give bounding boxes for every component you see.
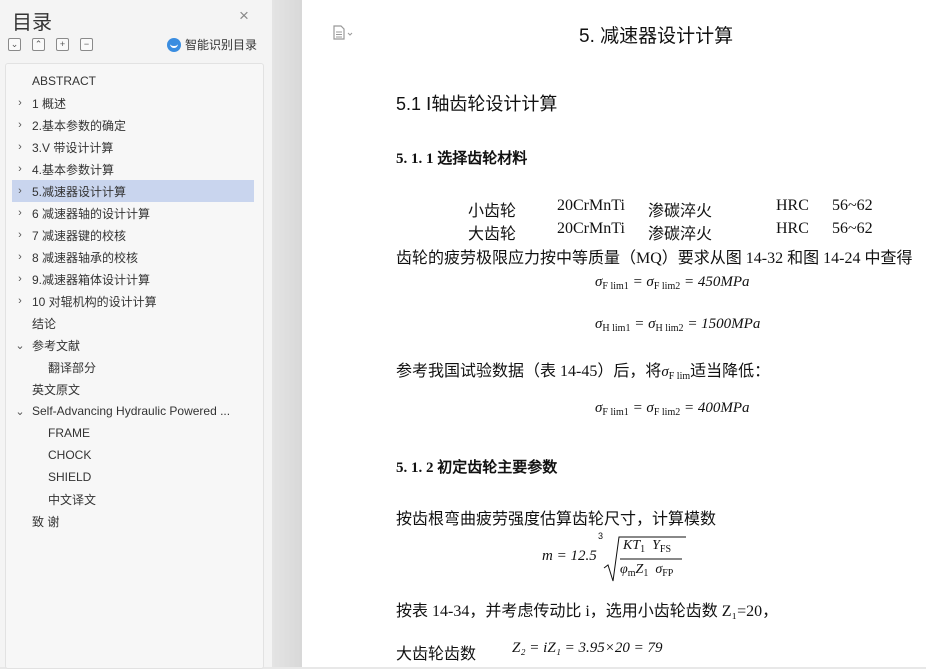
equation-4-denominator: φmZ1 σFP [620, 562, 674, 579]
paragraph-2: 参考我国试验数据（表 14-45）后，将σF lim适当降低： [396, 363, 771, 382]
document-icon[interactable] [332, 25, 354, 44]
toc-item-label: 3.V 带设计计算 [32, 140, 114, 155]
chevron-down-icon[interactable]: ⌄ [14, 339, 26, 352]
chevron-right-icon[interactable]: › [14, 163, 26, 175]
material-name: 大齿轮 [468, 226, 517, 243]
toc-item-abstract[interactable]: ABSTRACT [12, 70, 254, 92]
equation-3-value: = 400MPa [680, 400, 750, 416]
collapse-all-button[interactable]: ⌃ [32, 38, 45, 51]
toc-item-label: 7 减速器键的校核 [32, 228, 127, 243]
add-heading-button[interactable]: + [56, 38, 69, 51]
toc-item-label: 参考文献 [32, 338, 81, 353]
toc-item-label: 翻译部分 [48, 360, 97, 375]
toc-item-2[interactable]: › 2.基本参数的确定 [12, 114, 254, 136]
toc-item-label: 10 对辊机构的设计计算 [32, 294, 157, 309]
chevron-right-icon[interactable]: › [14, 251, 26, 263]
toc-list: ABSTRACT › 1 概述 › 2.基本参数的确定 › 3.V 带设计计算 … [5, 63, 264, 669]
toc-item-label: 中文译文 [48, 492, 97, 507]
toc-item-frame[interactable]: FRAME [12, 422, 254, 444]
toc-item-label: 5.减速器设计计算 [32, 184, 127, 199]
equation-2-value: = 1500MPa [683, 316, 761, 332]
toc-item-10[interactable]: › 10 对辊机构的设计计算 [12, 290, 254, 312]
remove-heading-button[interactable]: − [80, 38, 93, 51]
chevron-right-icon[interactable]: › [14, 97, 26, 109]
toc-item-chock[interactable]: CHOCK [12, 444, 254, 466]
chevron-right-icon[interactable]: › [14, 207, 26, 219]
toc-item-label: 8 减速器轴承的校核 [32, 250, 139, 265]
toc-item-shield[interactable]: SHIELD [12, 466, 254, 488]
chevron-right-icon[interactable]: › [14, 141, 26, 153]
toc-item-7[interactable]: › 7 减速器键的校核 [12, 224, 254, 246]
toc-item-5-active[interactable]: › 5.减速器设计计算 [12, 180, 254, 202]
chapter-title: 5. 减速器设计计算 [579, 26, 734, 47]
toc-item-label: FRAME [48, 426, 90, 440]
material-hardness: HRC [776, 220, 809, 237]
toc-item-label: 结论 [32, 316, 57, 331]
toc-item-acknowledgement[interactable]: 致 谢 [12, 510, 254, 532]
material-treatment: 渗碳淬火 [648, 203, 713, 220]
equation-1-value: = 450MPa [680, 274, 750, 290]
chevron-right-icon[interactable]: › [14, 229, 26, 241]
panel-divider[interactable] [272, 0, 302, 667]
equation-4-lhs: m = 12.5 [542, 548, 597, 564]
paragraph-1: 齿轮的疲劳极限应力按中等质量（MQ）要求从图 14-32 和图 14-24 中查… [396, 250, 913, 267]
chevron-right-icon[interactable]: › [14, 295, 26, 307]
paragraph-3: 按齿根弯曲疲劳强度估算齿轮尺寸，计算模数 [396, 511, 717, 528]
ai-icon [167, 37, 181, 52]
toc-item-conclusion[interactable]: 结论 [12, 312, 254, 334]
material-steel: 20CrMnTi [557, 197, 625, 214]
material-range: 56~62 [832, 197, 873, 214]
toc-item-label: 9.减速器箱体设计计算 [32, 272, 151, 287]
toc-item-label: 6 减速器轴的设计计算 [32, 206, 151, 221]
smart-toc-button[interactable]: 智能识别目录 [167, 36, 257, 53]
chevron-down-icon[interactable]: ⌄ [14, 405, 26, 418]
toc-item-references[interactable]: ⌄ 参考文献 [12, 334, 254, 356]
toc-item-1[interactable]: › 1 概述 [12, 92, 254, 114]
toc-item-chinese-translation[interactable]: 中文译文 [12, 488, 254, 510]
toc-item-label: 2.基本参数的确定 [32, 118, 127, 133]
sidebar-title: 目录 [12, 12, 52, 34]
toc-item-self-advancing[interactable]: ⌄ Self-Advancing Hydraulic Powered ... [12, 400, 254, 422]
material-range: 56~62 [832, 220, 873, 237]
equation-4-numerator: KT1 YFS [623, 538, 672, 555]
toc-item-label: 4.基本参数计算 [32, 162, 115, 177]
subsection-title-2: 5. 1. 2 初定齿轮主要参数 [396, 460, 558, 476]
toc-sidebar: 目录 × ⌄ ⌃ + − 智能识别目录 ABSTRACT › 1 概述 › 2.… [0, 0, 272, 669]
paragraph-2-start: 参考我国试验数据（表 14-45）后，将 [396, 363, 662, 380]
paragraph-5-label: 大齿轮齿数 [396, 646, 477, 663]
chevron-right-icon[interactable]: › [14, 185, 26, 197]
paragraph-4: 按表 14-34，并考虑传动比 i，选用小齿轮齿数 Z₁=20， [396, 603, 779, 620]
toc-item-translation[interactable]: 翻译部分 [12, 356, 254, 378]
toc-item-label: ABSTRACT [32, 74, 97, 88]
chevron-right-icon[interactable]: › [14, 119, 26, 131]
equation-3: σF lim1 = σF lim2 = 400MPa [595, 400, 750, 418]
toc-item-9[interactable]: › 9.减速器箱体设计计算 [12, 268, 254, 290]
material-name: 小齿轮 [468, 203, 517, 220]
toc-item-label: CHOCK [48, 448, 92, 462]
toc-item-3[interactable]: › 3.V 带设计计算 [12, 136, 254, 158]
toc-item-4[interactable]: › 4.基本参数计算 [12, 158, 254, 180]
equation-2: σH lim1 = σH lim2 = 1500MPa [595, 316, 761, 334]
paragraph-2-end: 适当降低： [690, 363, 771, 380]
equation-1: σF lim1 = σF lim2 = 450MPa [595, 274, 750, 292]
section-title: 5.1 Ⅰ轴齿轮设计计算 [396, 94, 558, 114]
toc-item-label: 英文原文 [32, 382, 81, 397]
close-icon[interactable]: × [239, 6, 249, 26]
toc-item-label: 致 谢 [32, 514, 60, 529]
material-hardness: HRC [776, 197, 809, 214]
material-steel: 20CrMnTi [557, 220, 625, 237]
toc-item-english-original[interactable]: 英文原文 [12, 378, 254, 400]
toc-item-label: SHIELD [48, 470, 92, 484]
chevron-right-icon[interactable]: › [14, 273, 26, 285]
toc-item-6[interactable]: › 6 减速器轴的设计计算 [12, 202, 254, 224]
smart-toc-label: 智能识别目录 [185, 38, 258, 52]
toc-item-8[interactable]: › 8 减速器轴承的校核 [12, 246, 254, 268]
subsection-title-1: 5. 1. 1 选择齿轮材料 [396, 151, 528, 167]
equation-5: Z₂ = iZ₁ = 3.95×20 = 79 [512, 640, 663, 656]
toc-item-label: 1 概述 [32, 96, 67, 111]
material-treatment: 渗碳淬火 [648, 226, 713, 243]
toc-item-label: Self-Advancing Hydraulic Powered ... [32, 404, 231, 418]
document-page: 5. 减速器设计计算 5.1 Ⅰ轴齿轮设计计算 5. 1. 1 选择齿轮材料 小… [302, 0, 926, 667]
expand-all-button[interactable]: ⌄ [8, 38, 21, 51]
